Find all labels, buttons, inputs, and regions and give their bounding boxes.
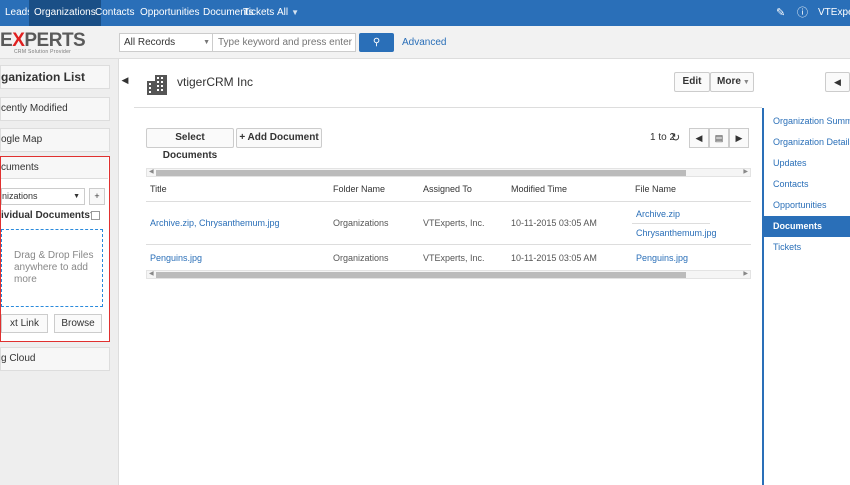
- info-icon[interactable]: ⓘ: [797, 0, 808, 26]
- previous-page-button[interactable]: ◀: [689, 128, 709, 148]
- pencil-icon[interactable]: ✎: [776, 0, 785, 26]
- nav-opportunities[interactable]: Opportunities: [135, 0, 204, 26]
- nav-all-menu[interactable]: All ▼: [272, 0, 304, 26]
- advanced-search-link[interactable]: Advanced: [402, 33, 446, 52]
- column-header-modified[interactable]: Modified Time: [511, 184, 567, 194]
- search-bar: EXPERTS CRM Solution Provider All Record…: [0, 26, 850, 59]
- related-organization-summary[interactable]: Organization Summary: [764, 111, 850, 132]
- plus-icon: +: [94, 191, 100, 201]
- chevron-down-icon: ▼: [291, 8, 300, 17]
- documents-widget: cuments nizations ▼ + ividual Documents?…: [0, 156, 110, 342]
- row-file-link[interactable]: Penguins.jpg: [636, 253, 688, 263]
- building-icon: [147, 75, 167, 95]
- documents-widget-title: cuments: [1, 157, 108, 179]
- user-menu[interactable]: VTExpert: [818, 0, 850, 26]
- row-folder: Organizations: [333, 253, 389, 263]
- column-header-title[interactable]: Title: [150, 184, 167, 194]
- record-title: vtigerCRM Inc: [177, 75, 254, 89]
- related-list-panel: Organization Summary Organization Detail…: [762, 108, 850, 485]
- top-nav-bar: Leads Organizations Contacts Opportuniti…: [0, 0, 850, 26]
- organization-list-header[interactable]: ganization List: [0, 65, 110, 89]
- scroll-left-icon: ◀: [149, 169, 154, 175]
- scroll-left-icon: ◀: [149, 271, 154, 277]
- individual-documents-checkbox[interactable]: [91, 211, 100, 220]
- file-dropzone[interactable]: Drag & Drop Files anywhere to add more: [1, 229, 103, 307]
- scrollbar-thumb[interactable]: [156, 272, 686, 278]
- more-button[interactable]: More ▼: [710, 72, 754, 92]
- file-divider: [632, 223, 710, 224]
- recently-modified-widget[interactable]: cently Modified: [0, 97, 110, 121]
- next-page-button[interactable]: ▶: [729, 128, 749, 148]
- left-sidebar: ganization List cently Modified ogle Map…: [0, 59, 119, 485]
- add-folder-button[interactable]: +: [89, 188, 105, 205]
- browse-button[interactable]: Browse: [54, 314, 102, 333]
- related-contacts[interactable]: Contacts: [764, 174, 850, 195]
- more-button-label: More: [717, 76, 741, 87]
- collapse-right-panel-button[interactable]: ◀: [825, 72, 850, 92]
- related-documents[interactable]: Documents: [764, 216, 850, 237]
- chevron-left-icon: ◀: [834, 77, 841, 87]
- nav-contacts[interactable]: Contacts: [90, 0, 139, 26]
- tag-cloud-widget[interactable]: g Cloud: [0, 347, 110, 371]
- page-icon: ▤: [714, 133, 724, 143]
- related-tickets[interactable]: Tickets: [764, 237, 850, 258]
- row-modified: 10-11-2015 03:05 AM: [511, 253, 597, 263]
- dropzone-text: Drag & Drop Files anywhere to add more: [14, 250, 94, 285]
- refresh-icon[interactable]: ↻: [671, 131, 680, 144]
- scroll-right-icon: ▶: [743, 169, 748, 175]
- scrollbar-thumb[interactable]: [156, 170, 686, 176]
- table-divider: [146, 244, 751, 245]
- column-header-folder[interactable]: Folder Name: [333, 184, 385, 194]
- row-file-link[interactable]: Archive.zip: [636, 209, 680, 219]
- folder-select-value: nizations: [2, 191, 38, 201]
- row-file-link[interactable]: Chrysanthemum.jpg: [636, 228, 717, 238]
- records-filter-value: All Records: [124, 37, 176, 48]
- row-title-link[interactable]: Archive.zip, Chrysanthemum.jpg: [150, 218, 280, 228]
- related-opportunities[interactable]: Opportunities: [764, 195, 850, 216]
- individual-documents-label: ividual Documents?: [1, 210, 97, 221]
- row-assigned: VTExperts, Inc.: [423, 218, 485, 228]
- chevron-right-icon: ▶: [735, 133, 743, 143]
- related-organization-details[interactable]: Organization Details: [764, 132, 850, 153]
- scroll-right-icon: ▶: [743, 271, 748, 277]
- google-map-widget[interactable]: ogle Map: [0, 128, 110, 152]
- records-filter-select[interactable]: All Records ▼: [119, 33, 215, 52]
- table-divider: [146, 201, 751, 202]
- collapse-sidebar-icon[interactable]: ◀: [119, 75, 131, 87]
- column-header-filename[interactable]: File Name: [635, 184, 676, 194]
- table-scrollbar-top[interactable]: ◀ ▶: [146, 168, 751, 177]
- search-button[interactable]: ⚲: [359, 33, 394, 52]
- chevron-down-icon: ▼: [73, 193, 80, 200]
- edit-button[interactable]: Edit: [674, 72, 710, 92]
- nav-all-label: All: [277, 7, 289, 18]
- company-logo: EXPERTS CRM Solution Provider: [0, 30, 86, 55]
- chevron-left-icon: ◀: [695, 133, 703, 143]
- row-modified: 10-11-2015 03:05 AM: [511, 218, 597, 228]
- row-folder: Organizations: [333, 218, 389, 228]
- row-assigned: VTExperts, Inc.: [423, 253, 485, 263]
- chevron-down-icon: ▼: [742, 79, 750, 86]
- divider: [134, 107, 762, 108]
- add-document-button[interactable]: + Add Document: [236, 128, 322, 148]
- select-documents-button[interactable]: Select Documents: [146, 128, 234, 161]
- row-title-link[interactable]: Penguins.jpg: [150, 253, 202, 263]
- related-updates[interactable]: Updates: [764, 153, 850, 174]
- table-scrollbar-bottom[interactable]: ◀ ▶: [146, 270, 751, 279]
- search-icon: ⚲: [372, 37, 381, 48]
- folder-select[interactable]: nizations ▼: [1, 188, 85, 205]
- jump-to-page-button[interactable]: ▤: [709, 128, 729, 148]
- chevron-down-icon: ▼: [203, 39, 210, 46]
- column-header-assigned[interactable]: Assigned To: [423, 184, 472, 194]
- text-link-button[interactable]: xt Link: [1, 314, 48, 333]
- search-input[interactable]: [212, 33, 356, 52]
